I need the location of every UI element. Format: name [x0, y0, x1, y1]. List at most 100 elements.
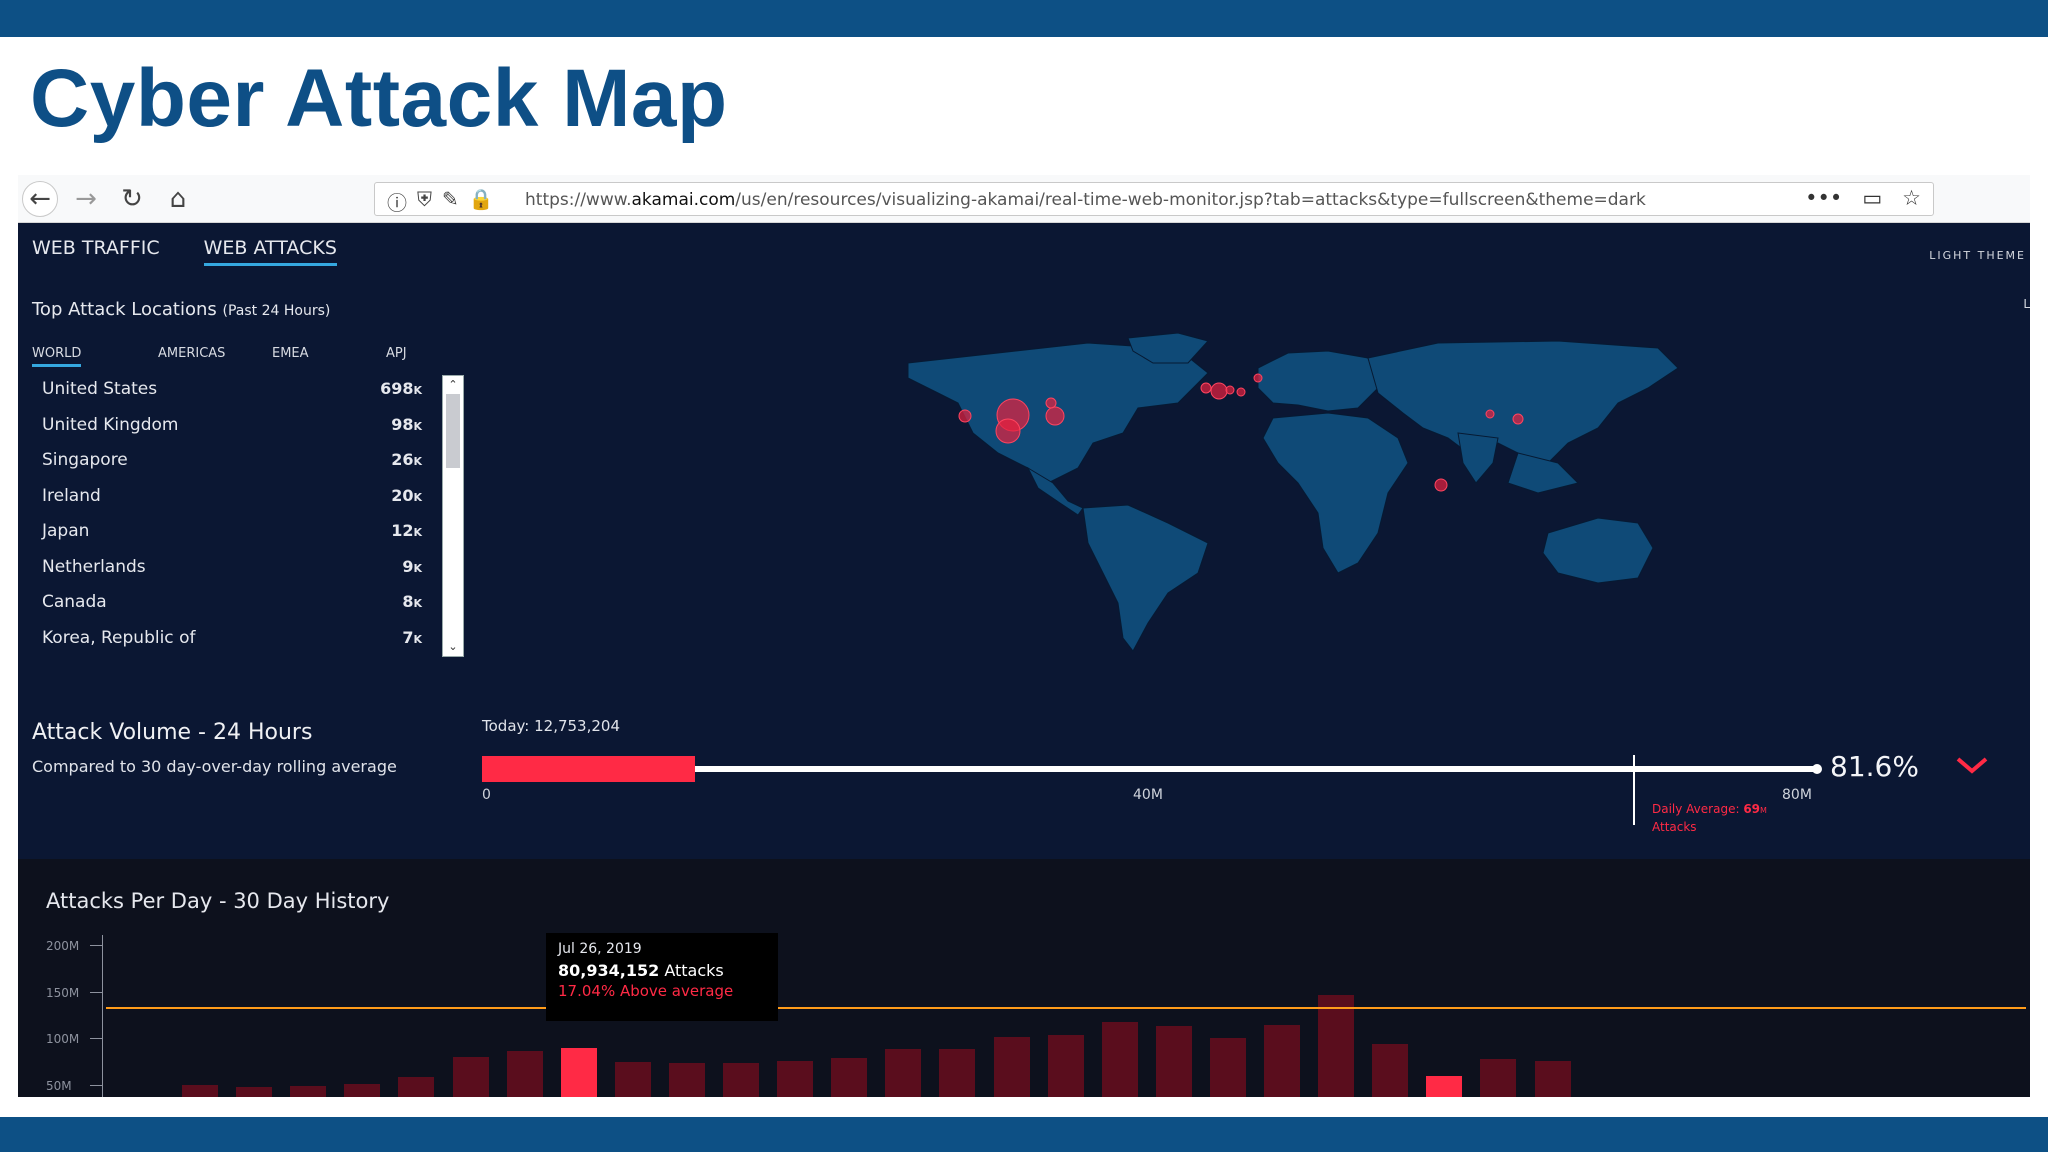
bookmark-star-icon[interactable]: ☆	[1902, 186, 1921, 210]
history-bar[interactable]	[669, 1063, 705, 1097]
browser-toolbar: ← → ↻ ⌂ ⓘ ⛨ ✎ 🔒 https://www.akamai.com/u…	[18, 175, 2030, 223]
location-value: 698K	[380, 379, 422, 398]
history-bar[interactable]	[1264, 1025, 1300, 1097]
history-bars	[18, 859, 2030, 1097]
region-tab-emea[interactable]: EMEA	[272, 346, 386, 361]
permissions-icon[interactable]: ✎	[442, 187, 459, 216]
location-row[interactable]: Canada 8K	[42, 584, 422, 620]
home-icon[interactable]: ⌂	[160, 181, 196, 217]
history-bar[interactable]	[1048, 1035, 1084, 1097]
history-bar[interactable]	[453, 1057, 489, 1097]
history-bar[interactable]	[831, 1058, 867, 1097]
location-name: United States	[42, 379, 158, 399]
history-bar[interactable]	[398, 1077, 434, 1097]
location-row[interactable]: Singapore 26K	[42, 442, 422, 478]
attack-dot-us-east	[1045, 406, 1065, 426]
location-row[interactable]: Japan 12K	[42, 513, 422, 549]
location-row[interactable]: United Kingdom 98K	[42, 407, 422, 443]
light-theme-toggle[interactable]: LIGHT THEME	[1929, 249, 2026, 262]
history-bar[interactable]	[615, 1062, 651, 1097]
australia-shape	[1542, 517, 1654, 584]
india-shape	[1457, 432, 1499, 484]
south-america-shape	[1082, 504, 1209, 652]
history-bar[interactable]	[507, 1051, 543, 1097]
history-bar[interactable]	[1102, 1022, 1138, 1097]
average-line	[106, 1007, 2026, 1009]
daily-average-label: Daily Average: 69M Attacks	[1652, 802, 1767, 834]
location-value: 26K	[391, 450, 422, 469]
tab-web-attacks[interactable]: WEB ATTACKS	[203, 237, 337, 266]
volume-percent: 81.6%	[1830, 750, 1919, 783]
history-bar[interactable]	[777, 1061, 813, 1097]
attack-dot-korea	[1485, 409, 1495, 419]
attack-dot-ireland	[1200, 382, 1212, 394]
tooltip-value: 80,934,152 Attacks	[558, 961, 724, 980]
location-name: Canada	[42, 592, 107, 612]
history-bar[interactable]	[1535, 1061, 1571, 1097]
tracking-shield-icon[interactable]: ⛨	[417, 187, 432, 216]
address-bar[interactable]: ⓘ ⛨ ✎ 🔒 https://www.akamai.com/us/en/res…	[374, 182, 1934, 216]
slide-title: Cyber Attack Map	[30, 53, 728, 144]
volume-today-fill	[482, 756, 695, 782]
attack-monitor-app: WEB TRAFFIC WEB ATTACKS LIGHT THEME L To…	[18, 223, 2030, 1097]
page-actions-menu-icon[interactable]: •••	[1805, 186, 1842, 210]
region-tab-americas[interactable]: AMERICAS	[158, 346, 272, 361]
history-bar[interactable]	[1480, 1059, 1516, 1097]
history-bar[interactable]	[939, 1049, 975, 1097]
history-bar[interactable]	[1318, 995, 1354, 1097]
daily-average-marker	[1633, 755, 1635, 825]
scroll-down-icon[interactable]: ⌄	[443, 638, 463, 656]
top-locations-title: Top Attack Locations (Past 24 Hours)	[32, 299, 331, 320]
edge-label: L	[2023, 297, 2030, 311]
location-value: 12K	[391, 521, 422, 540]
history-bar[interactable]	[344, 1084, 380, 1097]
location-value: 7K	[402, 627, 422, 647]
bar-tooltip: Jul 26, 2019 80,934,152 Attacks 17.04% A…	[546, 933, 778, 1021]
region-tab-apj[interactable]: APJ	[386, 346, 514, 361]
history-bar[interactable]	[994, 1037, 1030, 1097]
history-bar[interactable]	[182, 1085, 218, 1097]
location-name: United Kingdom	[42, 414, 179, 435]
region-tabs: WORLD AMERICAS EMEA APJ	[32, 346, 514, 367]
scroll-thumb[interactable]	[446, 394, 460, 468]
attack-dot-singapore	[1434, 478, 1448, 492]
history-bar[interactable]	[1156, 1026, 1192, 1097]
today-label: Today: 12,753,204	[482, 717, 620, 735]
reload-icon[interactable]: ↻	[114, 181, 150, 217]
slide-top-bar	[0, 0, 2048, 37]
location-name: Japan	[42, 521, 90, 541]
location-name: Singapore	[42, 450, 128, 470]
history-bar[interactable]	[723, 1063, 759, 1097]
forward-arrow-icon[interactable]: →	[68, 181, 104, 217]
history-bar[interactable]	[1426, 1076, 1462, 1097]
scroll-up-icon[interactable]: ⌃	[443, 376, 463, 394]
location-row[interactable]: Korea, Republic of 7K	[42, 620, 422, 656]
history-bar[interactable]	[290, 1086, 326, 1097]
location-value: 98K	[391, 414, 422, 434]
attack-dot-scandinavia	[1253, 373, 1263, 383]
history-bar[interactable]	[561, 1048, 597, 1097]
location-row[interactable]: Netherlands 9K	[42, 549, 422, 585]
history-bar[interactable]	[885, 1049, 921, 1097]
back-arrow-icon[interactable]: ←	[22, 181, 58, 217]
tick-label-40m: 40M	[1133, 787, 1163, 803]
lock-icon[interactable]: 🔒	[469, 187, 494, 216]
location-row[interactable]: Ireland 20K	[42, 478, 422, 514]
url-text[interactable]: https://www.akamai.com/us/en/resources/v…	[525, 190, 1646, 210]
attack-dot-uk	[1210, 382, 1228, 400]
main-tabs: WEB TRAFFIC WEB ATTACKS	[32, 237, 337, 266]
location-list-scrollbar[interactable]: ⌃ ⌄	[442, 375, 464, 657]
history-bar[interactable]	[1210, 1038, 1246, 1097]
location-row[interactable]: United States 698K	[42, 371, 422, 407]
pocket-icon[interactable]: ▭	[1862, 186, 1882, 210]
tab-web-traffic[interactable]: WEB TRAFFIC	[32, 237, 160, 266]
slide-bottom-bar	[0, 1117, 2048, 1152]
location-value: 20K	[391, 485, 422, 505]
attack-dot-japan	[1512, 413, 1524, 425]
info-icon[interactable]: ⓘ	[387, 187, 407, 216]
history-bar[interactable]	[1372, 1044, 1408, 1097]
europe-shape	[1257, 350, 1379, 412]
history-bar[interactable]	[236, 1087, 272, 1097]
southeast-asia-shape	[1507, 452, 1579, 494]
region-tab-world[interactable]: WORLD	[32, 346, 158, 367]
